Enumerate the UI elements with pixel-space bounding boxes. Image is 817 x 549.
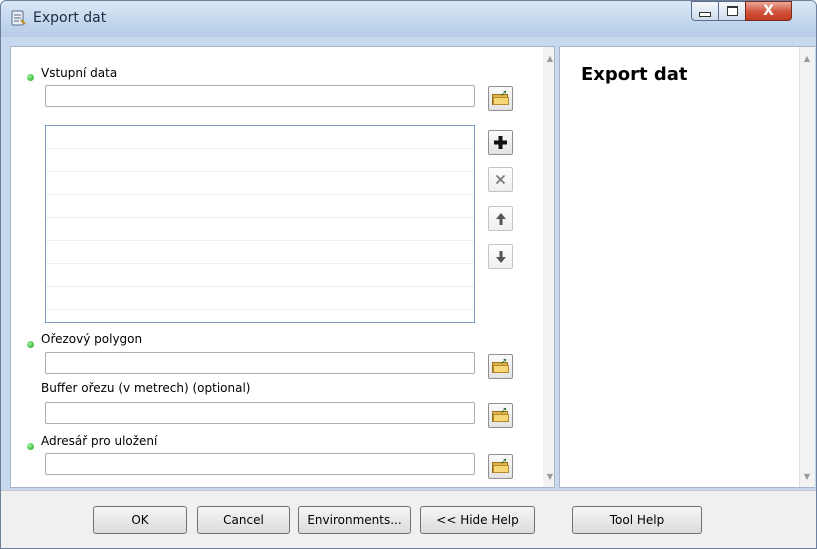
list-item[interactable] [46,310,474,322]
x-icon [495,174,506,185]
list-item[interactable] [46,218,474,241]
hide-help-button[interactable]: << Hide Help [420,506,535,534]
scroll-down-arrow-icon[interactable]: ▼ [801,471,813,483]
folder-open-icon: ➚ [492,406,509,422]
clip-polygon-field[interactable] [45,352,475,374]
browse-input-data-button[interactable]: ➚ [488,86,513,111]
help-scrollbar[interactable]: ▲ ▼ [799,47,815,487]
folder-open-icon: ➚ [492,89,509,105]
ok-button[interactable]: OK [93,506,187,534]
required-indicator [27,341,34,348]
help-title: Export dat [581,64,688,85]
list-item[interactable] [46,287,474,310]
scroll-up-arrow-icon[interactable]: ▲ [544,53,556,65]
tool-help-button[interactable]: Tool Help [572,506,702,534]
list-item[interactable] [46,195,474,218]
toolbox-icon [11,10,26,26]
folder-open-icon: ➚ [492,457,509,473]
minimize-icon [699,11,711,17]
help-panel: Export dat ▲ ▼ [559,46,815,488]
buffer-field[interactable] [45,402,475,424]
plus-icon [494,136,507,149]
maximize-button[interactable] [718,1,746,21]
window-title: Export dat [33,10,107,26]
close-button[interactable]: X [745,1,792,21]
move-up-button[interactable] [488,206,513,231]
input-data-field[interactable] [45,85,475,107]
environments-button[interactable]: Environments... [298,506,411,534]
browse-buffer-button[interactable]: ➚ [488,403,513,428]
output-folder-field[interactable] [45,453,475,475]
list-item[interactable] [46,241,474,264]
close-icon: X [763,3,774,19]
add-item-button[interactable] [488,130,513,155]
cancel-button[interactable]: Cancel [197,506,290,534]
title-bar[interactable]: Export dat X [1,1,816,37]
arrow-up-icon [495,212,506,225]
buffer-label: Buffer ořezu (v metrech) (optional) [41,381,251,395]
scroll-down-arrow-icon[interactable]: ▼ [544,471,556,483]
browse-clip-polygon-button[interactable]: ➚ [488,354,513,379]
move-down-button[interactable] [488,244,513,269]
clip-polygon-label: Ořezový polygon [41,332,143,346]
scroll-up-arrow-icon[interactable]: ▲ [801,53,813,65]
button-bar: OK Cancel Environments... << Hide Help T… [1,490,816,548]
arrow-down-icon [495,250,506,263]
parameters-panel: Vstupní data ➚ Ořezový polygon ➚ Buffer … [10,46,555,488]
remove-item-button[interactable] [488,167,513,192]
list-item[interactable] [46,264,474,287]
required-indicator [27,74,34,81]
output-folder-label: Adresář pro uložení [41,434,158,448]
maximize-icon [726,6,738,16]
minimize-button[interactable] [691,1,719,21]
parameters-scrollbar[interactable]: ▲ ▼ [543,47,554,487]
list-item[interactable] [46,149,474,172]
folder-open-icon: ➚ [492,357,509,373]
browse-output-folder-button[interactable]: ➚ [488,454,513,479]
input-data-label: Vstupní data [41,66,118,80]
list-item[interactable] [46,172,474,195]
input-data-list[interactable] [45,125,475,323]
list-item[interactable] [46,126,474,149]
required-indicator [27,443,34,450]
export-dat-window: Export dat X Vstupní data ➚ Ořezový poly… [0,0,817,549]
